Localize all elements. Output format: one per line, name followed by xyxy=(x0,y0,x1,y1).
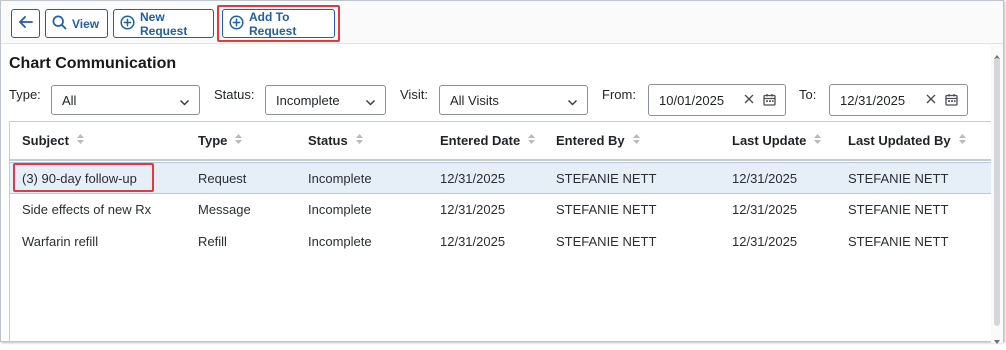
sort-icon xyxy=(76,133,85,148)
column-header-status[interactable]: Status xyxy=(308,133,364,148)
cell-last-updated-by: STEFANIE NETT xyxy=(848,202,949,217)
chevron-down-icon xyxy=(365,95,376,110)
from-date-label: From: xyxy=(602,87,636,102)
communications-table: Subject Type Status Entered Date Entered… xyxy=(9,121,993,341)
table-header: Subject Type Status Entered Date Entered… xyxy=(10,122,992,161)
cell-last-update: 12/31/2025 xyxy=(732,202,798,217)
column-header-last-updated-by[interactable]: Last Updated By xyxy=(848,133,967,148)
search-icon xyxy=(52,15,67,33)
cell-last-updated-by: STEFANIE NETT xyxy=(848,171,949,186)
column-header-label: Last Updated By xyxy=(848,133,951,148)
cell-status: Incomplete xyxy=(308,171,372,186)
sort-icon xyxy=(958,133,967,148)
calendar-icon[interactable] xyxy=(763,93,776,109)
cell-entered-date: 12/31/2025 xyxy=(440,171,506,186)
status-select[interactable]: Incomplete xyxy=(265,85,386,115)
calendar-icon[interactable] xyxy=(945,93,958,109)
table-row[interactable]: Side effects of new Rx Message Incomplet… xyxy=(10,194,992,226)
chevron-down-icon xyxy=(179,95,190,110)
view-button[interactable]: View xyxy=(45,9,108,38)
cell-subject: Side effects of new Rx xyxy=(22,202,152,217)
from-date-value: 10/01/2025 xyxy=(659,92,725,108)
column-header-label: Type xyxy=(198,133,228,148)
visit-select[interactable]: All Visits xyxy=(439,85,588,115)
type-select-value: All xyxy=(62,92,77,108)
cell-status: Incomplete xyxy=(308,234,372,249)
type-filter-label: Type: xyxy=(9,87,41,102)
cell-entered-date: 12/31/2025 xyxy=(440,202,506,217)
back-button[interactable] xyxy=(11,9,40,38)
column-header-entered-by[interactable]: Entered By xyxy=(556,133,641,148)
visit-filter-label: Visit: xyxy=(400,87,428,102)
cell-type: Refill xyxy=(198,234,227,249)
cell-entered-by: STEFANIE NETT xyxy=(556,202,657,217)
cell-type: Request xyxy=(198,171,247,186)
view-button-label: View xyxy=(72,16,100,31)
column-header-subject[interactable]: Subject xyxy=(22,133,85,148)
sort-icon xyxy=(527,133,536,148)
type-select[interactable]: All xyxy=(51,85,200,115)
status-filter-label: Status: xyxy=(214,87,255,102)
to-date-label: To: xyxy=(799,87,817,102)
table-row[interactable]: (3) 90-day follow-up Request Incomplete … xyxy=(10,162,992,194)
toolbar: View New Request Add To Request xyxy=(1,1,1003,44)
column-header-label: Entered By xyxy=(556,133,625,148)
new-request-button[interactable]: New Request xyxy=(113,9,214,38)
to-date-field[interactable]: 12/31/2025 xyxy=(829,84,968,116)
column-header-type[interactable]: Type xyxy=(198,133,243,148)
sort-icon xyxy=(234,133,243,148)
column-header-last-update[interactable]: Last Update xyxy=(732,133,822,148)
chevron-down-icon xyxy=(567,95,578,110)
column-header-label: Entered Date xyxy=(440,133,521,148)
subject-highlight xyxy=(13,163,154,192)
plus-circle-icon xyxy=(120,14,135,33)
sort-icon xyxy=(355,133,364,148)
cell-subject: Warfarin refill xyxy=(22,234,99,249)
close-icon[interactable] xyxy=(925,93,937,108)
sort-icon xyxy=(813,133,822,148)
cell-entered-by: STEFANIE NETT xyxy=(556,171,657,186)
scrollbar-thumb[interactable] xyxy=(994,58,1000,326)
cell-last-update: 12/31/2025 xyxy=(732,171,798,186)
to-date-value: 12/31/2025 xyxy=(840,92,906,108)
column-header-label: Subject xyxy=(22,133,69,148)
page-title: Chart Communication xyxy=(9,55,177,72)
cell-entered-date: 12/31/2025 xyxy=(440,234,506,249)
vertical-scrollbar[interactable] xyxy=(991,44,1003,344)
new-request-label: New Request xyxy=(140,9,188,38)
column-header-label: Status xyxy=(308,133,348,148)
add-to-request-highlight xyxy=(217,5,340,42)
cell-status: Incomplete xyxy=(308,202,372,217)
sort-icon xyxy=(632,133,641,148)
column-header-entered-date[interactable]: Entered Date xyxy=(440,133,536,148)
cell-last-update: 12/31/2025 xyxy=(732,234,798,249)
from-date-field[interactable]: 10/01/2025 xyxy=(648,84,786,116)
status-select-value: Incomplete xyxy=(276,92,340,108)
column-header-label: Last Update xyxy=(732,133,807,148)
table-row[interactable]: Warfarin refill Refill Incomplete 12/31/… xyxy=(10,226,992,258)
chart-communication-window: View New Request Add To Request Chart Co… xyxy=(0,0,1004,344)
visit-select-value: All Visits xyxy=(450,92,499,108)
cell-entered-by: STEFANIE NETT xyxy=(556,234,657,249)
cell-last-updated-by: STEFANIE NETT xyxy=(848,234,949,249)
close-icon[interactable] xyxy=(743,93,755,108)
cell-type: Message xyxy=(198,202,251,217)
scroll-down-icon[interactable] xyxy=(993,332,1001,350)
arrow-left-icon xyxy=(18,16,33,31)
